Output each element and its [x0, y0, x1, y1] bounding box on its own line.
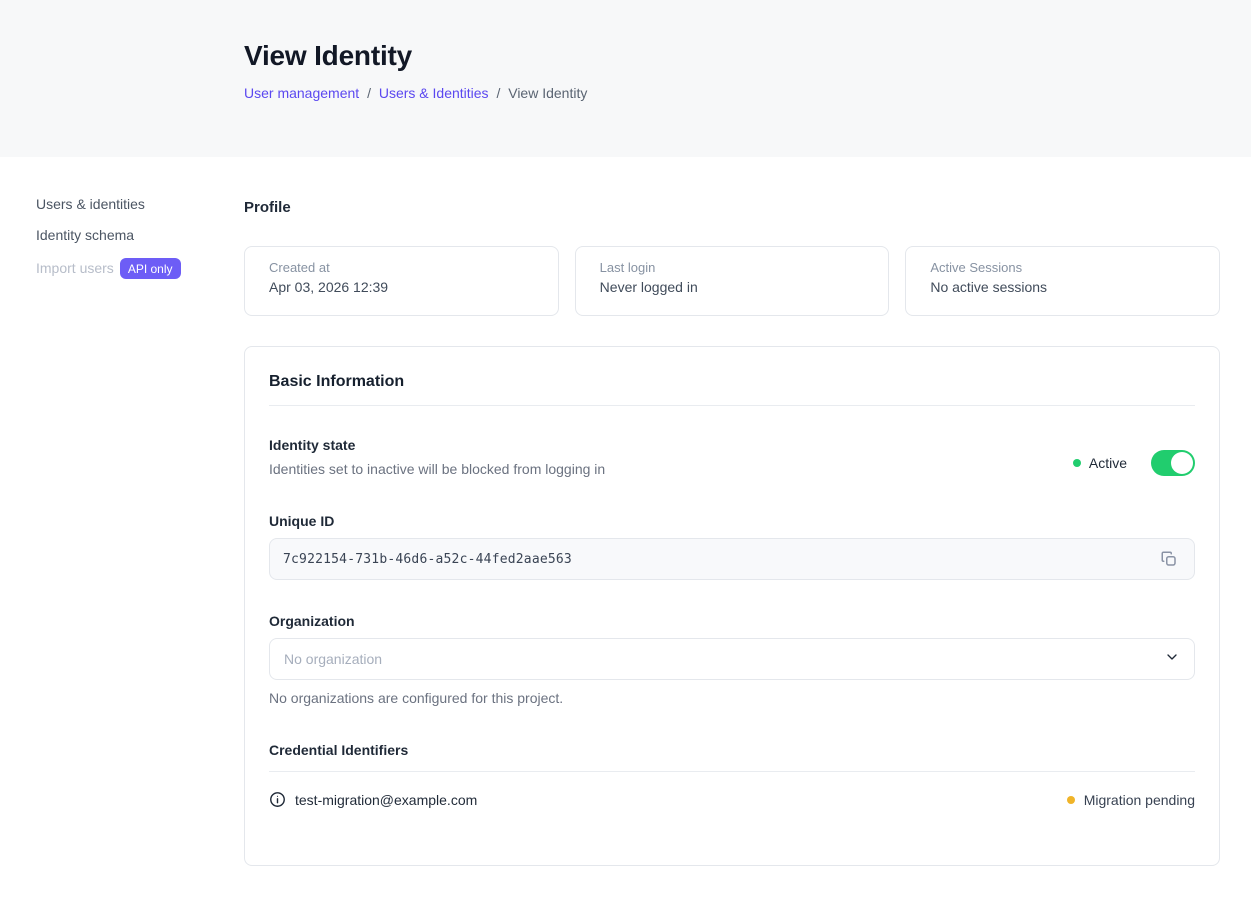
credential-identifier: test-migration@example.com — [269, 791, 477, 808]
sidebar-item-label: Identity schema — [36, 227, 134, 244]
credential-status-label: Migration pending — [1084, 792, 1195, 808]
toggle-knob — [1171, 452, 1193, 474]
sidebar-item-identity-schema[interactable]: Identity schema — [36, 227, 244, 244]
sidebar-item-label: Import users — [36, 260, 114, 277]
breadcrumb: User management / Users & Identities / V… — [244, 85, 1251, 101]
breadcrumb-link-user-management[interactable]: User management — [244, 85, 359, 101]
active-status-dot — [1073, 459, 1081, 467]
unique-id-field[interactable]: 7c922154-731b-46d6-a52c-44fed2aae563 — [269, 538, 1195, 580]
breadcrumb-separator: / — [367, 85, 371, 101]
organization-helper-text: No organizations are configured for this… — [269, 690, 1195, 706]
profile-section-title: Profile — [244, 199, 1220, 216]
identity-state-text: Identity state Identities set to inactiv… — [269, 437, 605, 477]
page-header: View Identity User management / Users & … — [0, 0, 1251, 157]
credential-status: Migration pending — [1067, 792, 1195, 808]
stat-label: Created at — [269, 260, 534, 275]
identity-state-label: Identity state — [269, 437, 605, 453]
unique-id-group: Unique ID 7c922154-731b-46d6-a52c-44fed2… — [269, 513, 1195, 580]
stats-row: Created at Apr 03, 2026 12:39 Last login… — [244, 246, 1220, 316]
sidebar-item-label: Users & identities — [36, 196, 145, 213]
stat-label: Last login — [600, 260, 865, 275]
stat-card-last-login: Last login Never logged in — [575, 246, 890, 316]
unique-id-value: 7c922154-731b-46d6-a52c-44fed2aae563 — [283, 552, 1156, 567]
info-icon — [269, 791, 286, 808]
sidebar-item-users-identities[interactable]: Users & identities — [36, 196, 244, 213]
identity-state-description: Identities set to inactive will be block… — [269, 461, 605, 477]
credential-identifiers-section: Credential Identifiers test-migration@ex… — [269, 742, 1195, 808]
sidebar-item-import-users[interactable]: Import users API only — [36, 258, 244, 279]
migration-pending-dot — [1067, 796, 1075, 804]
stat-label: Active Sessions — [930, 260, 1195, 275]
basic-information-card: Basic Information Identity state Identit… — [244, 346, 1220, 866]
api-only-badge: API only — [120, 258, 181, 279]
identity-state-toggle[interactable] — [1151, 450, 1195, 476]
identity-state-controls: Active — [1073, 450, 1195, 477]
organization-group: Organization No organization No organiza… — [269, 613, 1195, 706]
active-status: Active — [1073, 455, 1127, 471]
chevron-down-icon — [1164, 649, 1180, 670]
copy-icon[interactable] — [1156, 546, 1182, 572]
sidebar: Users & identities Identity schema Impor… — [0, 157, 244, 866]
main-content: Profile Created at Apr 03, 2026 12:39 La… — [244, 157, 1251, 866]
page-title: View Identity — [244, 40, 1251, 72]
basic-information-title: Basic Information — [269, 373, 1195, 406]
stat-value: Apr 03, 2026 12:39 — [269, 279, 534, 295]
breadcrumb-link-users-identities[interactable]: Users & Identities — [379, 85, 489, 101]
breadcrumb-separator: / — [496, 85, 500, 101]
organization-placeholder: No organization — [284, 651, 382, 667]
credential-identifiers-title: Credential Identifiers — [269, 742, 1195, 772]
organization-select[interactable]: No organization — [269, 638, 1195, 680]
content-layout: Users & identities Identity schema Impor… — [0, 157, 1251, 866]
organization-label: Organization — [269, 613, 1195, 629]
stat-value: No active sessions — [930, 279, 1195, 295]
stat-card-created-at: Created at Apr 03, 2026 12:39 — [244, 246, 559, 316]
stat-value: Never logged in — [600, 279, 865, 295]
active-status-label: Active — [1089, 455, 1127, 471]
unique-id-label: Unique ID — [269, 513, 1195, 529]
stat-card-active-sessions: Active Sessions No active sessions — [905, 246, 1220, 316]
breadcrumb-current: View Identity — [508, 85, 587, 101]
credential-row: test-migration@example.com Migration pen… — [269, 791, 1195, 808]
identity-state-row: Identity state Identities set to inactiv… — [269, 437, 1195, 477]
credential-identifier-value: test-migration@example.com — [295, 792, 477, 808]
